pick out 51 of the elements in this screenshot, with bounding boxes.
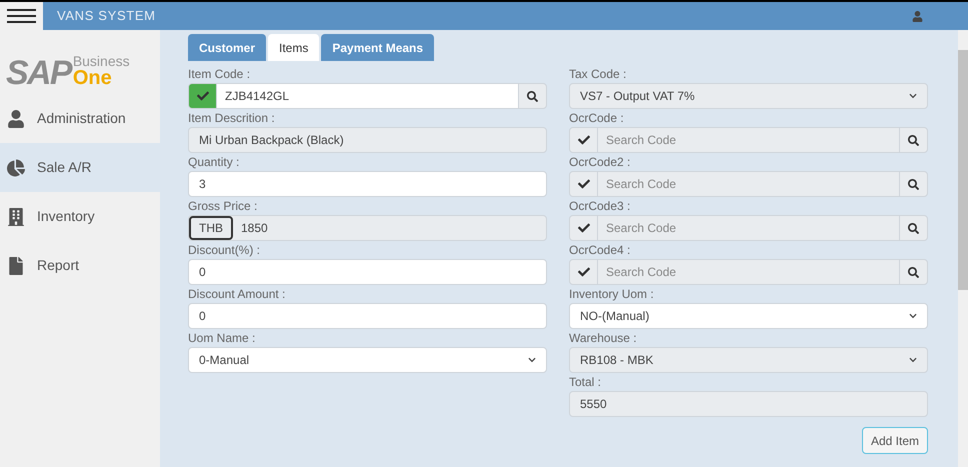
text-field[interactable]: 0 [188, 259, 547, 285]
chevron-icon [528, 356, 536, 364]
menu-icon[interactable] [0, 2, 43, 30]
tab[interactable]: Items [268, 34, 320, 61]
sidebar-item[interactable]: Sale A/R [0, 143, 160, 192]
text-field[interactable]: 0 [188, 303, 547, 329]
dropdown[interactable]: 0-Manual [188, 347, 547, 373]
search-icon [527, 90, 538, 102]
app-title: VANS SYSTEM [57, 7, 156, 26]
sidebar-item[interactable]: Administration [0, 94, 160, 143]
search-button[interactable] [899, 215, 928, 241]
currency-label: THB [189, 216, 233, 240]
search-icon [908, 266, 919, 278]
search-button[interactable] [899, 171, 928, 197]
field-label: OcrCode : [569, 110, 625, 127]
field-label: Item Code : [188, 66, 252, 83]
chevron-icon [909, 92, 917, 100]
building-icon [7, 208, 25, 226]
field-label: Tax Code : [569, 66, 628, 83]
price-value: 1850 [240, 220, 269, 237]
code-field[interactable]: ZJB4142GL [217, 83, 518, 109]
field-label: Uom Name : [188, 330, 256, 347]
field-label: Item Descrition : [188, 110, 276, 127]
search-icon [908, 178, 919, 190]
file-icon [7, 256, 25, 274]
search-button[interactable] [899, 127, 928, 153]
search-icon [908, 134, 919, 146]
field-label: OcrCode2 : [569, 154, 632, 171]
add-item-button[interactable]: Add Item [862, 427, 928, 454]
user-icon[interactable] [912, 10, 923, 22]
field-label: Total : [569, 374, 602, 391]
search-button[interactable] [518, 83, 547, 109]
dropdown[interactable]: NO-(Manual) [569, 303, 928, 329]
field-label: Quantity : [188, 154, 240, 171]
field-label: Warehouse : [569, 330, 638, 347]
field-label: Discount(%) : [188, 242, 262, 259]
field-label: Inventory Uom : [569, 286, 655, 303]
field-label: Gross Price : [188, 198, 258, 215]
field-label: OcrCode4 : [569, 242, 632, 259]
text-field[interactable]: 3 [188, 171, 547, 197]
sidebar-item[interactable]: Report [0, 241, 160, 290]
search-button[interactable] [899, 259, 928, 285]
chevron-icon [909, 356, 917, 364]
field-label: Discount Amount : [188, 286, 286, 303]
search-icon [908, 222, 919, 234]
user-icon [7, 110, 25, 128]
field-label: OcrCode3 : [569, 198, 632, 215]
sidebar-item[interactable]: Inventory [0, 192, 160, 241]
chevron-icon [909, 312, 917, 320]
pie-chart-icon [7, 158, 25, 176]
scrollbar[interactable] [958, 30, 968, 467]
